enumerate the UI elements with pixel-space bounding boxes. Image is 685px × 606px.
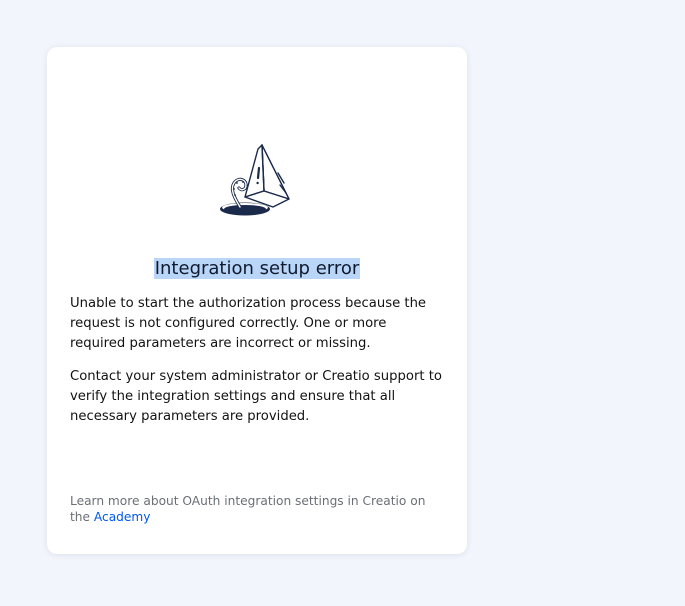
error-instruction: Contact your system administrator or Cre…	[70, 369, 442, 424]
page-title-text: Integration setup error	[153, 258, 361, 279]
error-message: Unable to start the authorization proces…	[70, 296, 427, 351]
page-title: Integration setup error	[47, 257, 467, 281]
academy-link[interactable]: Academy	[94, 510, 151, 524]
warning-triangle-tentacle-icon	[218, 143, 298, 223]
error-card: Integration setup error Unable to start …	[47, 47, 467, 554]
footer-note: Learn more about OAuth integration setti…	[70, 493, 445, 525]
